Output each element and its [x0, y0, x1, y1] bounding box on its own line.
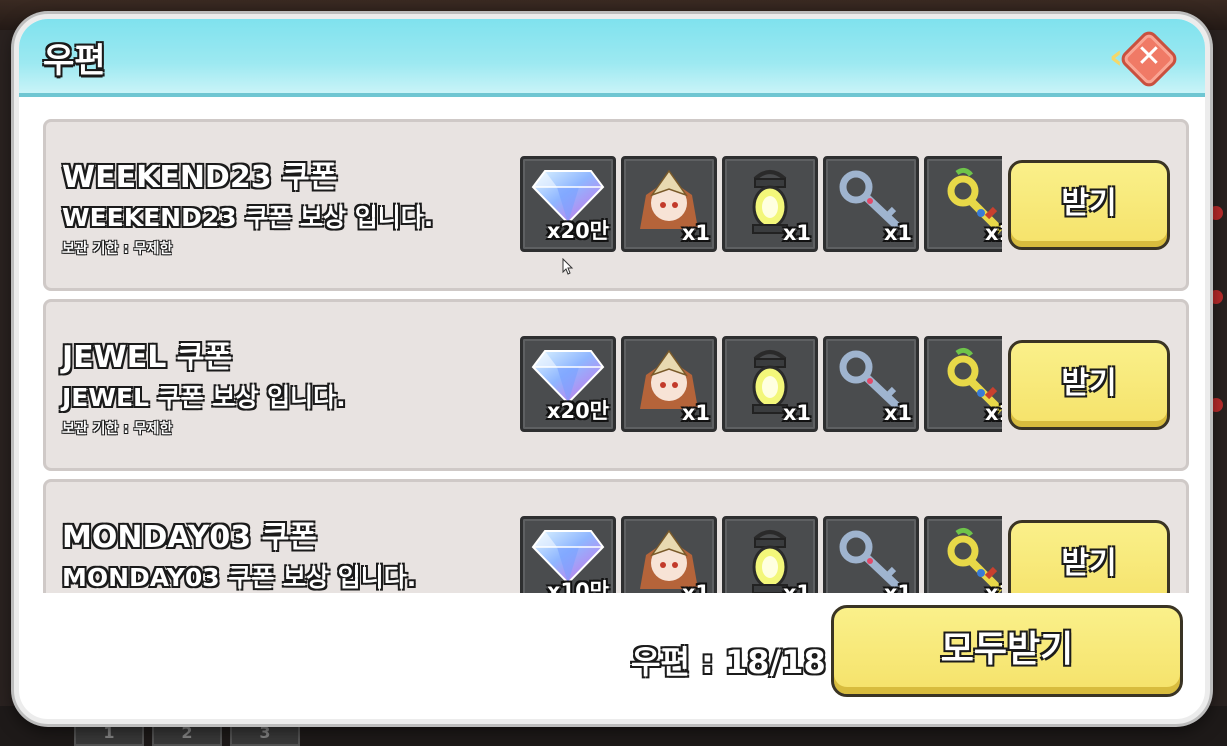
notification-dot — [1209, 206, 1223, 220]
coupon-name: JEWEL 쿠폰 — [62, 340, 232, 375]
coupon-name: MONDAY03 쿠폰 — [62, 520, 317, 555]
mailbox-window: 우편 ‹ ✕ WEEKEND23 쿠폰 WEEKEND23 쿠폰 보상 입니다. 보… — [14, 14, 1210, 724]
mail-row: JEWEL 쿠폰 JEWEL 쿠폰 보상 입니다. 보관 기한 : 무제한 x20만… — [43, 299, 1189, 471]
reward-item[interactable]: x1 — [823, 336, 919, 432]
title-bar: 우편 ‹ ✕ — [19, 19, 1205, 97]
window-title: 우편 — [43, 41, 106, 81]
notification-dot — [1209, 290, 1223, 304]
reward-quantity: x1 — [984, 401, 1002, 425]
reward-item[interactable]: x1 — [823, 156, 919, 252]
reward-item[interactable]: x20만 — [520, 336, 616, 432]
coupon-expiry: 보관 기한 : 무제한 — [62, 241, 173, 257]
coupon-name: WEEKEND23 쿠폰 — [62, 160, 338, 195]
mail-list[interactable]: WEEKEND23 쿠폰 WEEKEND23 쿠폰 보상 입니다. 보관 기한 : … — [43, 119, 1189, 593]
reward-items: x20만 x1 x1 x1 x1 — [520, 336, 1002, 436]
reward-item[interactable]: x1 — [621, 336, 717, 432]
reward-quantity: x20만 — [546, 219, 609, 243]
reward-quantity: x1 — [883, 581, 912, 593]
reward-quantity: x1 — [782, 401, 811, 425]
mouse-cursor-icon — [562, 258, 574, 275]
claim-button[interactable]: 받기 — [1008, 520, 1170, 593]
reward-items: x20만 x1 x1 x1 x1 — [520, 156, 1002, 256]
reward-quantity: x1 — [782, 221, 811, 245]
reward-item[interactable]: x1 — [924, 516, 1002, 593]
reward-quantity: x1 — [984, 221, 1002, 245]
coupon-expiry: 보관 기한 : 무제한 — [62, 421, 173, 437]
reward-item[interactable]: x1 — [722, 156, 818, 252]
reward-item[interactable]: x1 — [722, 516, 818, 593]
reward-item[interactable]: x1 — [621, 516, 717, 593]
close-icon: ✕ — [1136, 39, 1162, 74]
close-button[interactable]: ✕ — [1117, 27, 1181, 91]
reward-quantity: x10만 — [546, 579, 609, 593]
mail-count: 우편 : 18/18 — [631, 643, 826, 681]
coupon-description: MONDAY03 쿠폰 보상 입니다. — [62, 563, 417, 592]
coupon-description: WEEKEND23 쿠폰 보상 입니다. — [62, 203, 434, 232]
reward-item[interactable]: x20만 — [520, 156, 616, 252]
claim-button[interactable]: 받기 — [1008, 340, 1170, 430]
reward-quantity: x1 — [984, 581, 1002, 593]
claim-button[interactable]: 받기 — [1008, 160, 1170, 250]
reward-quantity: x1 — [782, 581, 811, 593]
coupon-description: JEWEL 쿠폰 보상 입니다. — [62, 383, 346, 412]
reward-quantity: x1 — [883, 221, 912, 245]
mail-row: MONDAY03 쿠폰 MONDAY03 쿠폰 보상 입니다. x10만 x1 x… — [43, 479, 1189, 593]
mail-row: WEEKEND23 쿠폰 WEEKEND23 쿠폰 보상 입니다. 보관 기한 : … — [43, 119, 1189, 291]
reward-items: x10만 x1 x1 x1 x1 — [520, 516, 1002, 593]
reward-quantity: x1 — [681, 401, 710, 425]
reward-quantity: x20만 — [546, 399, 609, 423]
reward-quantity: x1 — [883, 401, 912, 425]
reward-item[interactable]: x1 — [722, 336, 818, 432]
reward-item[interactable]: x1 — [823, 516, 919, 593]
claim-all-button[interactable]: 모두받기 — [831, 605, 1183, 697]
reward-item[interactable]: x1 — [924, 336, 1002, 432]
notification-dot — [1209, 398, 1223, 412]
reward-quantity: x1 — [681, 221, 710, 245]
reward-quantity: x1 — [681, 581, 710, 593]
reward-item[interactable]: x10만 — [520, 516, 616, 593]
reward-item[interactable]: x1 — [621, 156, 717, 252]
reward-item[interactable]: x1 — [924, 156, 1002, 252]
